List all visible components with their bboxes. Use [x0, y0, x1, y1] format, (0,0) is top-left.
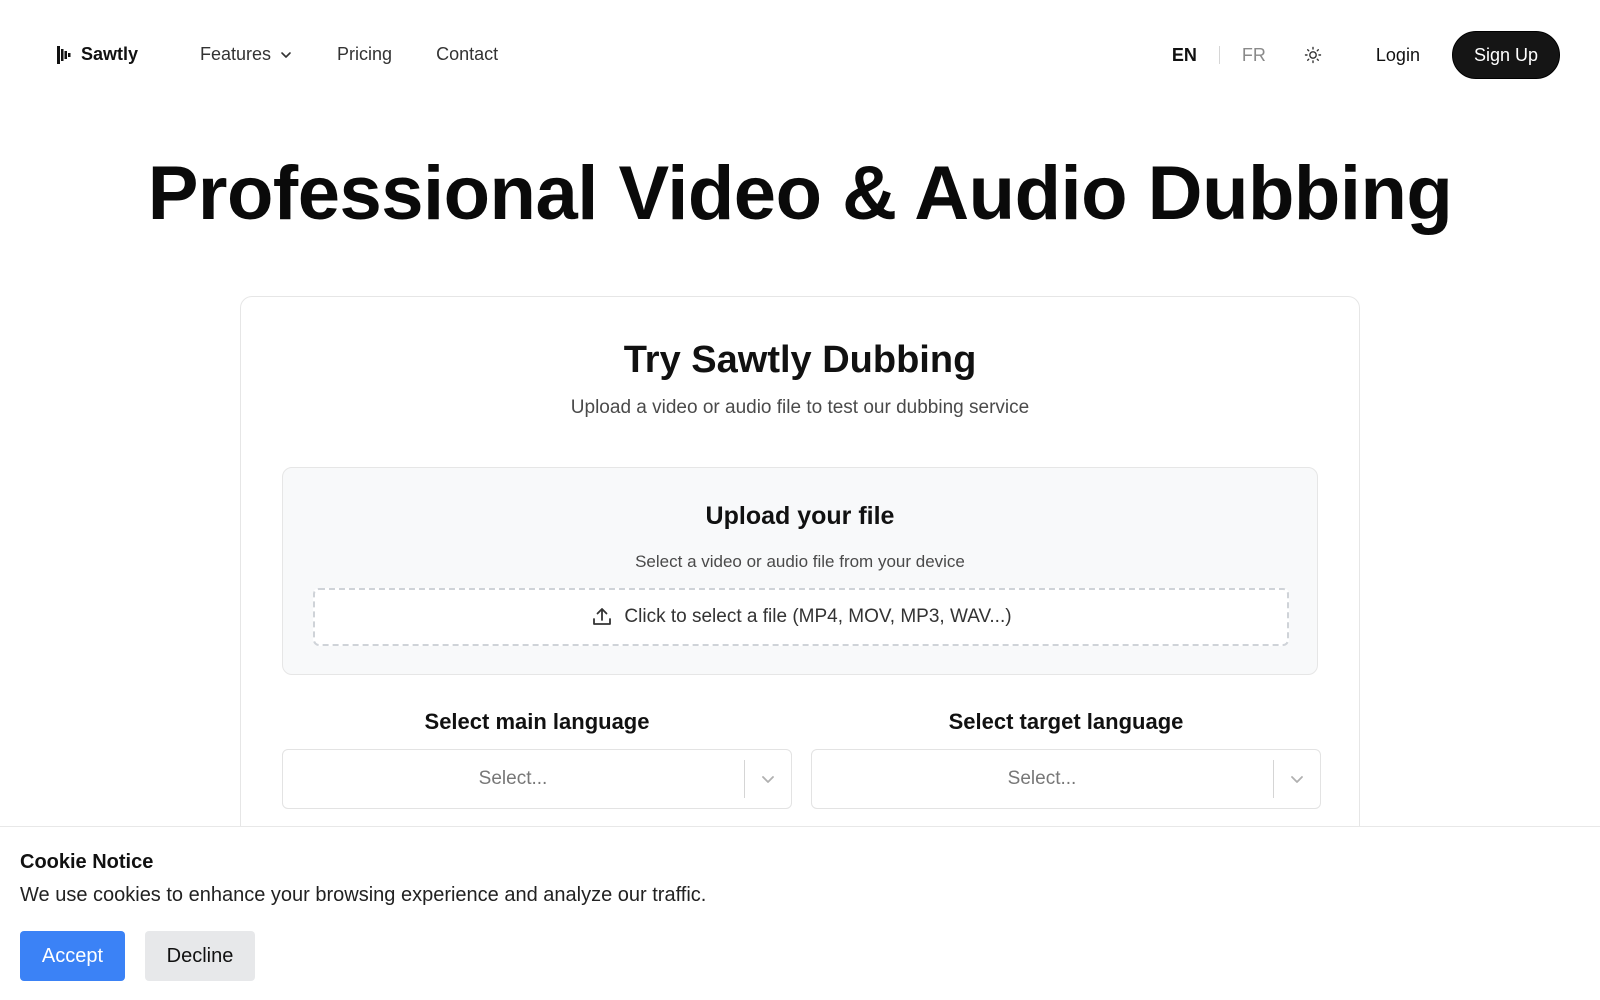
- target-language-group: Select target language Select...: [811, 709, 1321, 809]
- hero-title: Professional Video & Audio Dubbing: [147, 151, 1453, 236]
- decline-cookies-button[interactable]: Decline: [145, 931, 255, 981]
- target-language-label: Select target language: [948, 709, 1184, 734]
- main-language-label: Select main language: [424, 709, 650, 734]
- card-subtitle: Upload a video or audio file to test our…: [570, 397, 1030, 418]
- chevron-down-icon: [1291, 776, 1303, 783]
- signup-button[interactable]: Sign Up: [1451, 31, 1560, 79]
- chevron-down-icon: [762, 776, 774, 783]
- main-language-placeholder: Select...: [478, 768, 548, 789]
- upload-panel: Upload your file Select a video or audio…: [282, 467, 1318, 675]
- upload-subtitle: Select a video or audio file from your d…: [635, 552, 965, 571]
- chevron-down-icon: [281, 51, 291, 58]
- login-link[interactable]: Login: [1376, 45, 1420, 66]
- nav-features[interactable]: Features: [200, 44, 293, 65]
- main-language-select[interactable]: Select...: [282, 749, 792, 809]
- target-language-placeholder: Select...: [1007, 768, 1077, 789]
- lang-fr[interactable]: FR: [1242, 45, 1266, 66]
- nav-pricing[interactable]: Pricing: [337, 44, 392, 65]
- main-nav: Features Pricing Contact: [200, 44, 498, 65]
- cookie-text: We use cookies to enhance your browsing …: [20, 884, 707, 906]
- nav-features-label: Features: [200, 44, 272, 64]
- nav-contact[interactable]: Contact: [436, 44, 498, 65]
- target-language-select[interactable]: Select...: [811, 749, 1321, 809]
- main-language-group: Select main language Select...: [282, 709, 792, 809]
- lang-en[interactable]: EN: [1172, 45, 1197, 66]
- soundwave-logo-icon: [57, 45, 71, 64]
- nav-contact-label: Contact: [436, 44, 499, 64]
- lang-divider: [1218, 46, 1220, 64]
- brand-name: Sawtly: [81, 44, 139, 64]
- accept-cookies-button[interactable]: Accept: [20, 931, 125, 981]
- sun-icon: [1304, 46, 1322, 64]
- dropzone-label: Click to select a file (MP4, MOV, MP3, W…: [624, 606, 1012, 627]
- file-dropzone[interactable]: Click to select a file (MP4, MOV, MP3, W…: [313, 588, 1289, 646]
- site-header: Sawtly Features Pricing Contact EN FR Lo…: [0, 0, 1600, 110]
- header-actions: EN FR Login Sign Up: [1172, 31, 1560, 79]
- upload-icon: [593, 608, 612, 625]
- card-title: Try Sawtly Dubbing: [623, 339, 977, 381]
- brand-logo[interactable]: Sawtly: [57, 44, 138, 65]
- cookie-title: Cookie Notice: [20, 851, 154, 873]
- nav-pricing-label: Pricing: [337, 44, 393, 64]
- cookie-banner: Cookie Notice We use cookies to enhance …: [0, 826, 1600, 1000]
- theme-toggle-button[interactable]: [1302, 44, 1324, 66]
- select-divider: [744, 760, 745, 798]
- upload-title: Upload your file: [705, 502, 895, 530]
- select-divider: [1273, 760, 1274, 798]
